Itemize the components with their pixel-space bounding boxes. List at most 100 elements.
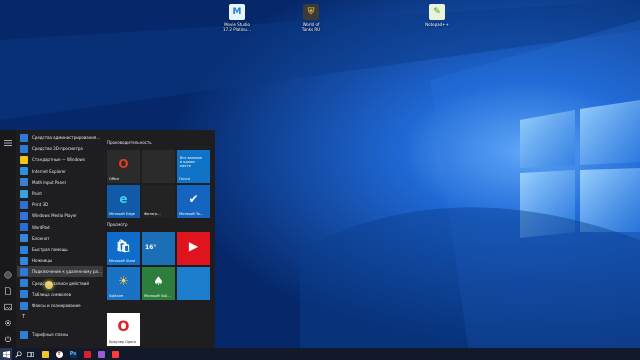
tile-label: Office: [109, 177, 120, 181]
desktop-icon-world-of-tanks[interactable]: ⛨ World of Tanks RU: [291, 4, 331, 32]
taskbar-yandex-browser-button[interactable]: Y: [54, 348, 64, 360]
tile-group-title: Просмотр: [107, 222, 128, 227]
tile-glyph: Все важные в одном месте: [180, 156, 203, 168]
app-list-item[interactable]: Подключение к удаленному раб…: [17, 266, 103, 278]
taskbar-file-explorer-button[interactable]: [40, 348, 50, 360]
tile-label: Microsoft Edge: [109, 212, 135, 216]
tile-store[interactable]: 🛍 Microsoft Store: [107, 232, 140, 265]
app-list-item[interactable]: Средство 3D-просмотра: [17, 143, 103, 154]
app-icon: [20, 211, 28, 220]
tile-weather[interactable]: 16°: [142, 232, 175, 265]
desktop-icon-movie-studio[interactable]: M Movie Studio 17.2 Platinu…: [217, 4, 257, 32]
tile-group-title: Производительность: [107, 140, 152, 145]
app-list-item[interactable]: Math Input Panel: [17, 177, 103, 188]
tile-solitaire-sun[interactable]: ☀ Solitaire: [107, 267, 140, 300]
tile-todo[interactable]: ✔ Microsoft To…: [177, 185, 210, 218]
app-icon: [20, 178, 28, 187]
app-label: Факсы и сканирование: [32, 303, 81, 308]
app-list-item[interactable]: Тарифные планы: [17, 329, 103, 340]
app-label: Блокнот: [32, 235, 50, 241]
tile-glyph: O: [118, 157, 129, 171]
tile-xbox[interactable]: [177, 267, 210, 300]
tile-edge[interactable]: e Microsoft Edge: [107, 185, 140, 218]
app-list-item[interactable]: Блокнот: [17, 233, 103, 244]
tile-label: Фотогр…: [144, 212, 161, 216]
tile-photos[interactable]: Фотогр…: [142, 185, 175, 218]
desktop-icon-notepad-plus-plus[interactable]: ✎ Notepad++: [417, 4, 457, 27]
tile-label: Microsoft Soli…: [144, 294, 171, 298]
tile-office[interactable]: O Office: [107, 150, 140, 183]
hamburger-menu-icon[interactable]: [3, 138, 13, 148]
app-list-item[interactable]: Windows Media Player: [17, 210, 103, 221]
app-list-item[interactable]: Средства администрирования…: [17, 132, 103, 143]
app-list-item[interactable]: Paint: [17, 188, 103, 199]
tile-label: Почта: [179, 177, 191, 181]
archive-app-icon: [97, 350, 105, 358]
tile-solitaire[interactable]: ♠ Microsoft Soli…: [142, 267, 175, 300]
tile-opera[interactable]: O Браузер Opera: [107, 313, 140, 346]
tank-icon: ⛨: [303, 4, 319, 20]
app-label: Подключение к удаленному раб…: [32, 269, 103, 275]
notepad-plus-plus-icon: ✎: [429, 4, 445, 20]
app-list-item[interactable]: Print 3D: [17, 199, 103, 210]
app-icon: [20, 290, 28, 299]
app-label: Стандартные — Windows: [32, 157, 85, 163]
app-label: Средство 3D-просмотра: [32, 146, 83, 152]
media-app-icon: [111, 350, 119, 358]
movie-studio-icon: M: [229, 4, 245, 20]
app-list-item[interactable]: Ножницы: [17, 255, 103, 266]
documents-icon[interactable]: [3, 286, 13, 296]
pictures-icon[interactable]: [3, 302, 13, 312]
app-icon: [20, 155, 28, 164]
tile-glyph: 16°: [145, 244, 157, 251]
power-icon[interactable]: [3, 334, 13, 344]
tile-photo-1[interactable]: [142, 150, 175, 183]
task-view-button[interactable]: [24, 348, 36, 360]
start-button[interactable]: [0, 348, 12, 360]
taskbar: Y Ps: [0, 348, 640, 360]
search-button[interactable]: [12, 348, 24, 360]
app-label: Print 3D: [32, 202, 49, 208]
taskbar-adobe-app-button[interactable]: Ps: [68, 348, 78, 360]
desktop-icon-label: Movie Studio 17.2 Platinu…: [223, 22, 251, 32]
app-icon: [20, 144, 28, 153]
tile-media-group[interactable]: ▶: [177, 232, 210, 265]
tile-label: Браузер Opera: [109, 340, 136, 344]
app-icon: [20, 330, 28, 339]
tile-mail[interactable]: Все важные в одном месте Почта: [177, 150, 210, 183]
app-list-letter-header[interactable]: Т: [22, 314, 25, 320]
taskbar-media-app-button[interactable]: [110, 348, 120, 360]
tile-glyph: ▶: [188, 239, 199, 253]
app-list-item[interactable]: Факсы и сканирование: [17, 300, 103, 311]
app-icon: [20, 301, 28, 310]
account-icon[interactable]: [3, 270, 13, 280]
pdf-reader-icon: [83, 350, 91, 358]
app-list-item[interactable]: Средство записи действий: [17, 278, 103, 289]
tile-glyph: 🛍: [115, 239, 132, 253]
desktop-icon-label: Notepad++: [425, 22, 449, 27]
app-icon: [20, 167, 28, 176]
app-icon: [20, 223, 28, 232]
app-label: Средство записи действий: [32, 280, 89, 286]
taskbar-pdf-reader-button[interactable]: [82, 348, 92, 360]
app-icon: [20, 200, 28, 209]
tiles-area: Производительность Просмотр O Office Все в…: [104, 130, 215, 348]
app-list-item[interactable]: Стандартные — Windows: [17, 154, 103, 165]
mouse-cursor-highlight: [45, 281, 53, 289]
app-icon: [20, 133, 28, 142]
app-label: Math Input Panel: [32, 179, 66, 185]
app-label: Windows Media Player: [32, 213, 77, 219]
tile-glyph: e: [119, 192, 128, 206]
app-list-item[interactable]: Internet Explorer: [17, 166, 103, 177]
app-list-item[interactable]: Таблица символов: [17, 289, 103, 300]
app-list-item[interactable]: Быстрая помощь: [17, 244, 103, 255]
task-view-icon: [26, 351, 34, 357]
app-icon: [20, 267, 28, 276]
app-icon: [20, 279, 28, 288]
settings-gear-icon[interactable]: [3, 318, 13, 328]
app-list-item[interactable]: WordPad: [17, 222, 103, 233]
taskbar-archive-app-button[interactable]: [96, 348, 106, 360]
app-label: Быстрая помощь: [32, 247, 68, 252]
tile-label: Microsoft Store: [109, 259, 136, 263]
app-label: Таблица символов: [32, 291, 71, 297]
